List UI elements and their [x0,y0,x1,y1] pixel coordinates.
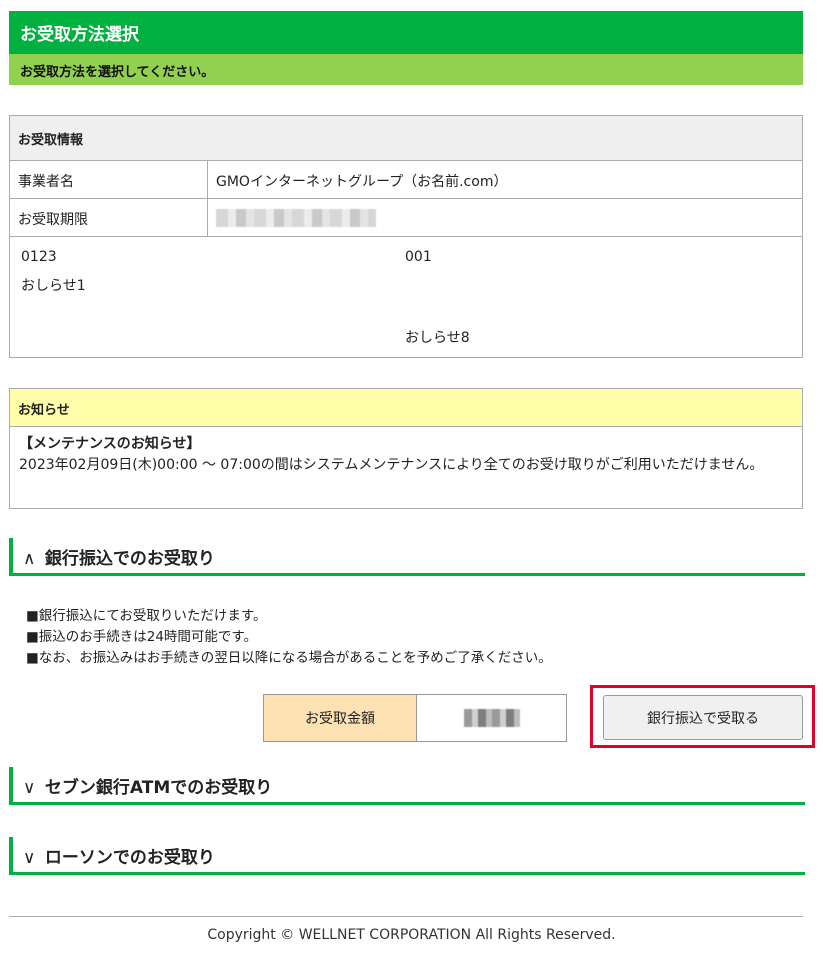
notice-text: 2023年02月09日(木)00:00 ～ 07:00の間はシステムメンテナンス… [19,457,764,473]
business-name-value: GMOインターネットグループ（お名前.com） [216,174,508,190]
section-bank-transfer[interactable]: ∧ 銀行振込でのお受取り [9,538,805,576]
left-code: 0123 [21,249,57,265]
receipt-info-heading: お受取情報 [10,116,802,161]
bank-note-2: ■振込のお手続きは24時間可能です。 [26,629,258,645]
chevron-up-icon: ∧ [23,549,36,569]
left-note: おしらせ1 [21,278,86,294]
bank-transfer-receive-button[interactable]: 銀行振込で受取る [603,695,803,740]
section-bank-title: 銀行振込でのお受取り [44,549,215,569]
redacted-deadline [216,209,376,227]
info-row-deadline: お受取期限 [10,199,802,237]
info-row-business: 事業者名 GMOインターネットグループ（お名前.com） [10,161,802,199]
bank-note-3: ■なお、お振込みはお手続きの翌日以降になる場合があることを予めご了承ください。 [26,650,552,666]
right-note: おしらせ8 [405,330,470,346]
deadline-label: お受取期限 [10,199,208,236]
notice-heading: お知らせ [10,389,802,427]
page-title: お受取方法選択 [9,11,803,54]
chevron-down-icon: ∨ [23,778,36,798]
right-code: 001 [405,249,432,265]
amount-value [417,695,566,741]
copyright-text: Copyright © WELLNET CORPORATION All Righ… [207,927,616,943]
deadline-value [208,199,802,236]
redacted-amount [463,709,520,727]
receipt-info-table: お受取情報 事業者名 GMOインターネットグループ（お名前.com） お受取期限… [9,115,803,358]
info-extra-area: 0123 おしらせ1 001 おしらせ8 [10,237,802,357]
notice-box: お知らせ 【メンテナンスのお知らせ】 2023年02月09日(木)00:00 ～… [9,388,803,509]
bank-notes: ■銀行振込にてお受取りいただけます。 ■振込のお手続きは24時間可能です。 ■な… [26,606,552,669]
footer-divider [9,916,803,917]
chevron-down-icon: ∨ [23,848,36,868]
section-seven-bank-atm[interactable]: ∨ セブン銀行ATMでのお受取り [9,767,805,805]
section-lawson[interactable]: ∨ ローソンでのお受取り [9,837,805,875]
business-name-label: 事業者名 [10,161,208,198]
bank-note-1: ■銀行振込にてお受取りいただけます。 [26,608,267,624]
notice-body: 【メンテナンスのお知らせ】 2023年02月09日(木)00:00 ～ 07:0… [10,427,802,483]
page-instruction: お受取方法を選択してください。 [9,54,803,85]
amount-label: お受取金額 [264,695,417,741]
notice-title: 【メンテナンスのお知らせ】 [19,436,201,452]
amount-box: お受取金額 [263,694,567,742]
section-lawson-title: ローソンでのお受取り [44,848,215,868]
section-seven-title: セブン銀行ATMでのお受取り [44,778,273,798]
